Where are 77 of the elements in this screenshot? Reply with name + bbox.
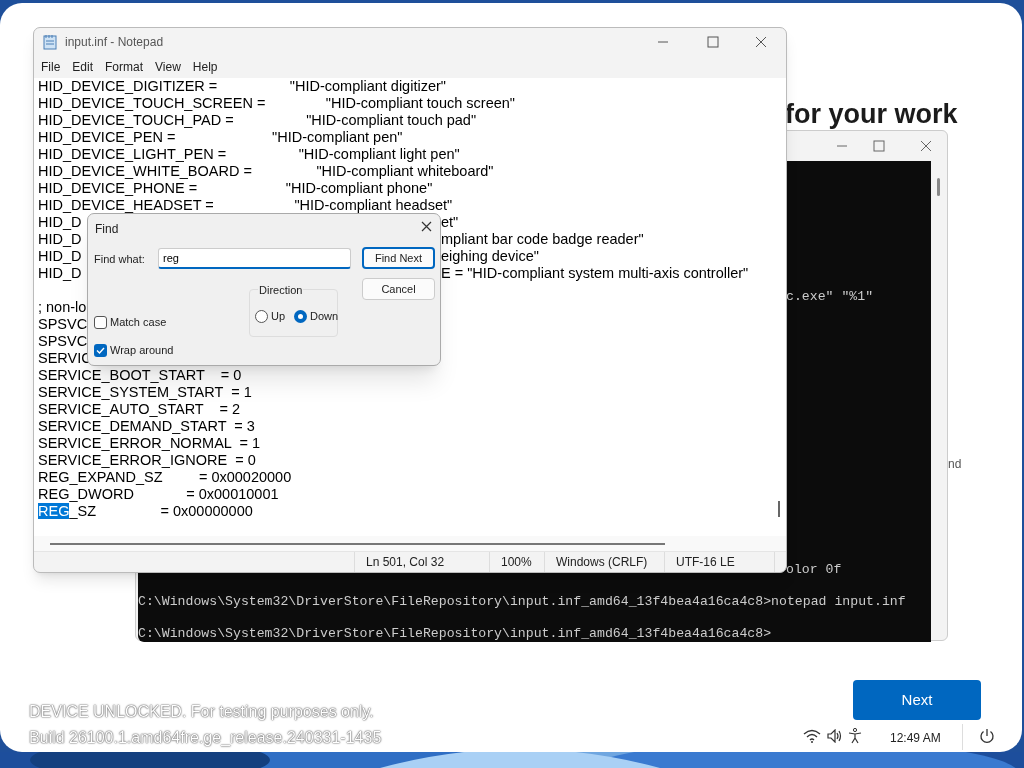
group-label: Direction	[258, 285, 304, 296]
text-line: HID_D	[38, 248, 82, 264]
text-line: HID_DEVICE_PHONE = "HID-compliant phone"	[38, 180, 433, 196]
radio-label: Down	[310, 309, 339, 324]
text-line: _SZ = 0x00000000	[69, 503, 253, 519]
maximize-icon[interactable]	[873, 140, 885, 152]
close-icon[interactable]	[920, 140, 932, 152]
clock-text: 12:49 AM	[890, 730, 941, 747]
text-line: HID_DEVICE_TOUCH_SCREEN = "HID-compliant touch screen"	[38, 95, 515, 111]
speaker-icon[interactable]	[827, 729, 843, 743]
text-line: REG_DWORD = 0x00010001	[38, 486, 279, 502]
dialog-title: Find	[95, 221, 119, 238]
dialog-button[interactable]: Find Next	[362, 247, 435, 269]
page-heading: for your work	[785, 98, 958, 131]
text-line: SERVIC	[38, 350, 92, 366]
close-icon[interactable]	[421, 221, 432, 232]
console-line: C:\Windows\System32\DriverStore\FileRepository\input.inf_amd64_13f4bea4a16ca4c8>	[138, 626, 772, 642]
console-line: C:\Windows\System32\DriverStore\FileRepository\input.inf_amd64_13f4bea4a16ca4c8>notepad input.inf	[138, 594, 906, 610]
page-text: nd	[948, 456, 962, 473]
menu-item[interactable]: View	[152, 58, 184, 76]
status-text: Windows (CRLF)	[545, 552, 665, 572]
text-line: SERVICE_ERROR_IGNORE = 0	[38, 452, 256, 468]
menu-item[interactable]: Format	[102, 58, 147, 76]
radio-label: Up	[271, 309, 286, 324]
text-line: HID_DEVICE_HEADSET = "HID-compliant headset"	[38, 197, 453, 213]
text-line: et"	[441, 214, 459, 231]
text-line: SPSVC	[38, 316, 88, 332]
text-line: HID_DEVICE_DIGITIZER = "HID-compliant digitizer"	[38, 78, 446, 94]
power-icon[interactable]	[979, 728, 995, 744]
status-text: Ln 501, Col 32	[355, 552, 490, 572]
text-line: SERVICE_SYSTEM_START = 1	[38, 384, 252, 400]
checkbox-label: Wrap around	[110, 343, 174, 358]
text-line: HID_D	[38, 231, 82, 247]
window-title: input.inf - Notepad	[65, 34, 164, 51]
scrollbar-thumb[interactable]	[778, 501, 780, 517]
text-line: ; non-lo	[38, 299, 87, 315]
status-text: UTF-16 LE	[665, 552, 775, 572]
find-what-field[interactable]: reg	[158, 248, 351, 269]
console-line: olor 0f	[786, 562, 842, 578]
console-line: c.exe" "%1"	[786, 289, 874, 305]
wifi-icon[interactable]	[803, 729, 821, 743]
next-button[interactable]: Next	[853, 680, 981, 720]
scrollbar-thumb[interactable]	[50, 542, 665, 545]
scrollbar-thumb[interactable]	[937, 178, 940, 196]
text-line: HID_DEVICE_TOUCH_PAD = "HID-compliant touch pad"	[38, 112, 477, 128]
menu-item[interactable]: File	[38, 58, 64, 76]
text-line: SPSVC	[38, 333, 88, 349]
text-line: HID_D	[38, 265, 82, 281]
text-line: HID_DEVICE_LIGHT_PEN = "HID-compliant light pen"	[38, 146, 460, 162]
checkbox-label: Match case	[110, 315, 167, 330]
menu-item[interactable]: Edit	[69, 58, 97, 76]
accessibility-icon[interactable]	[848, 728, 862, 744]
field-label: Find what:	[94, 252, 145, 267]
text-line: eighing device"	[441, 248, 539, 265]
notice-text: Build 26100.1.amd64fre.ge_release.240331-1435	[29, 728, 382, 749]
text-line: REG_EXPAND_SZ = 0x00020000	[38, 469, 292, 485]
notepad-icon	[43, 34, 57, 50]
menu-item[interactable]: Help	[189, 58, 221, 76]
text-line: mpliant bar code badge reader"	[441, 231, 644, 248]
text-line: HID_D	[38, 214, 82, 230]
text-line: HID_DEVICE_PEN = "HID-compliant pen"	[38, 129, 403, 145]
status-text: 100%	[490, 552, 545, 572]
text-line: SERVICE_AUTO_START = 2	[38, 401, 241, 417]
text-line: SERVICE_DEMAND_START = 3	[38, 418, 255, 434]
checkbox[interactable]	[94, 315, 107, 329]
dialog-button[interactable]: Cancel	[362, 278, 435, 300]
search-match: REG	[38, 503, 70, 519]
close-icon[interactable]	[755, 36, 767, 48]
text-line: SERVICE_BOOT_START = 0	[38, 367, 242, 383]
radio-button[interactable]	[294, 309, 307, 323]
text-line: SERVICE_ERROR_NORMAL = 1	[38, 435, 260, 451]
text-line: E = "HID-compliant system multi-axis controller"	[441, 265, 749, 282]
maximize-icon[interactable]	[707, 36, 719, 48]
radio-button[interactable]	[255, 309, 268, 323]
text-line: HID_DEVICE_WHITE_BOARD = "HID-compliant whiteboard"	[38, 163, 494, 179]
notice-text: DEVICE UNLOCKED. For testing purposes only.	[29, 702, 374, 723]
checkbox[interactable]	[94, 343, 107, 357]
